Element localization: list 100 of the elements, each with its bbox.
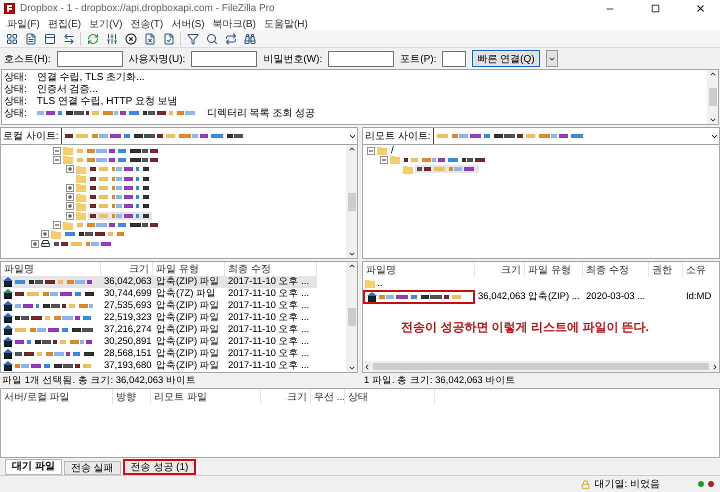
menu-item[interactable]: 파일(F): [3, 17, 44, 30]
column-header[interactable]: 파일명: [363, 262, 475, 277]
expander-icon[interactable]: [53, 146, 61, 155]
menu-item[interactable]: 북마크(B): [208, 17, 260, 30]
redacted-text: [90, 184, 150, 192]
expander-icon[interactable]: [380, 156, 388, 164]
expander-icon[interactable]: [66, 165, 74, 174]
expander-icon[interactable]: [66, 184, 74, 192]
tree-item[interactable]: [415, 165, 479, 174]
table-cell: 2017-11-10 오후 ...: [225, 276, 317, 288]
tree-item[interactable]: [88, 165, 152, 174]
maximize-icon[interactable]: [650, 4, 660, 13]
scroll-right-icon[interactable]: [711, 362, 719, 370]
input-field[interactable]: [328, 50, 394, 66]
tree-item[interactable]: [88, 202, 152, 210]
expander-icon[interactable]: [53, 221, 61, 230]
toolbar-icon[interactable]: [204, 31, 219, 46]
toolbar-icon[interactable]: [42, 31, 57, 46]
menu-item[interactable]: 전송(T): [126, 17, 168, 30]
queue-tab[interactable]: 전송 성공 (1): [122, 459, 196, 475]
menu-item[interactable]: 보기(V): [85, 17, 126, 30]
toolbar-icon[interactable]: [104, 31, 119, 46]
scrollbar-thumb[interactable]: [348, 308, 356, 326]
toolbar-icon[interactable]: [185, 31, 200, 46]
column-header[interactable]: 파일 유형: [525, 262, 583, 277]
expander-icon[interactable]: [41, 230, 49, 238]
scrollbar-thumb[interactable]: [373, 363, 709, 370]
scrollbar[interactable]: [346, 262, 357, 372]
archive-file-icon: [3, 277, 13, 287]
parent-folder-row[interactable]: ..: [363, 277, 475, 289]
expander-icon[interactable]: [53, 156, 61, 164]
annotation-text: 전송이 성공하면 이렇게 리스트에 파일이 뜬다.: [401, 319, 650, 336]
toolbar-icon[interactable]: [242, 31, 257, 46]
scroll-down-icon[interactable]: [708, 116, 716, 124]
column-header[interactable]: 소유: [683, 262, 720, 277]
table-cell-text: 2017-11-10 오후 ...: [227, 288, 310, 300]
menu-item[interactable]: 서버(S): [167, 17, 209, 30]
scrollbar-thumb[interactable]: [348, 192, 356, 210]
tree-item[interactable]: [88, 184, 152, 192]
column-header[interactable]: 크기: [261, 389, 311, 404]
log-label: 상태:: [4, 83, 27, 96]
quickconnect-button[interactable]: 빠른 연결(Q): [472, 50, 540, 67]
queue-tab[interactable]: 대기 파일: [5, 459, 62, 475]
table-cell-text: 2017-11-10 오후 ...: [227, 300, 310, 312]
column-header[interactable]: 최종 수정: [583, 262, 649, 277]
table-cell: 압축(ZIP) 파일: [153, 276, 225, 288]
menu-item[interactable]: 편집(E): [44, 17, 86, 30]
scrollbar[interactable]: [707, 70, 718, 124]
expander-icon[interactable]: [367, 146, 375, 155]
input-field[interactable]: [191, 50, 258, 66]
expander-icon[interactable]: [66, 202, 74, 210]
site-label: 리모트 사이트:: [363, 128, 434, 144]
close-icon[interactable]: [694, 3, 706, 14]
column-header[interactable]: 서버/로컬 파일: [1, 389, 113, 404]
redacted-text: [90, 174, 150, 183]
field-label: 호스트(H):: [4, 52, 51, 66]
input-field[interactable]: [442, 50, 466, 66]
table-cell-text: 2017-11-10 오후 ...: [227, 360, 310, 372]
log-message: TLS 연결 수립, HTTP 요청 보냄: [36, 95, 178, 108]
file-name-cell[interactable]: [1, 276, 101, 288]
tree-item[interactable]: [88, 193, 152, 202]
column-header[interactable]: 권한: [649, 262, 683, 277]
column-header[interactable]: 방향: [113, 389, 151, 404]
expander-icon[interactable]: [66, 212, 74, 220]
expander-icon[interactable]: [66, 193, 74, 202]
expander-icon[interactable]: [31, 240, 39, 248]
tree-item[interactable]: [63, 230, 127, 238]
table-cell-text: 압축(ZIP) 파일: [155, 348, 221, 360]
file-name-cell[interactable]: [363, 290, 475, 304]
tree-item[interactable]: [88, 174, 152, 183]
menu-item[interactable]: 도움말(H): [260, 17, 312, 30]
field-label: 비밀번호(W):: [263, 52, 322, 66]
toolbar-icon[interactable]: [123, 31, 138, 46]
scroll-left-icon[interactable]: [363, 362, 371, 370]
scrollbar[interactable]: [363, 361, 719, 372]
scroll-down-icon[interactable]: [348, 364, 356, 372]
toolbar-icon[interactable]: [223, 31, 238, 46]
scroll-up-icon[interactable]: [708, 70, 716, 78]
scroll-up-icon[interactable]: [348, 145, 356, 153]
tree-item[interactable]: [88, 212, 152, 220]
toolbar-icon[interactable]: [4, 31, 19, 46]
log-label: 상태:: [4, 71, 27, 84]
table-cell-text: 37,216,274: [103, 324, 153, 336]
scrollbar[interactable]: [346, 145, 357, 258]
scroll-down-icon[interactable]: [348, 250, 356, 258]
input-field[interactable]: [56, 50, 123, 66]
queue-tab[interactable]: 전송 실패: [64, 461, 121, 475]
column-header[interactable]: 우선 ...: [311, 389, 345, 404]
table-cell-text: 2017-11-10 오후 ...: [227, 312, 310, 324]
column-header[interactable]: 상태: [345, 389, 435, 404]
scrollbar-thumb[interactable]: [708, 88, 716, 106]
scroll-up-icon[interactable]: [348, 262, 356, 270]
table-cell-text: 22,519,323: [103, 312, 153, 324]
tree-item[interactable]: /: [389, 145, 396, 156]
column-header[interactable]: 리모트 파일: [151, 389, 261, 404]
column-header[interactable]: 크기: [475, 262, 525, 277]
dropdown-button[interactable]: [546, 50, 558, 67]
table-cell-text: 압축(ZIP) ...: [527, 291, 581, 303]
table-cell-text: 2017-11-10 오후 ...: [227, 324, 310, 336]
status-text: 1 파일. 총 크기: 36,042,063 바이트: [363, 374, 516, 386]
